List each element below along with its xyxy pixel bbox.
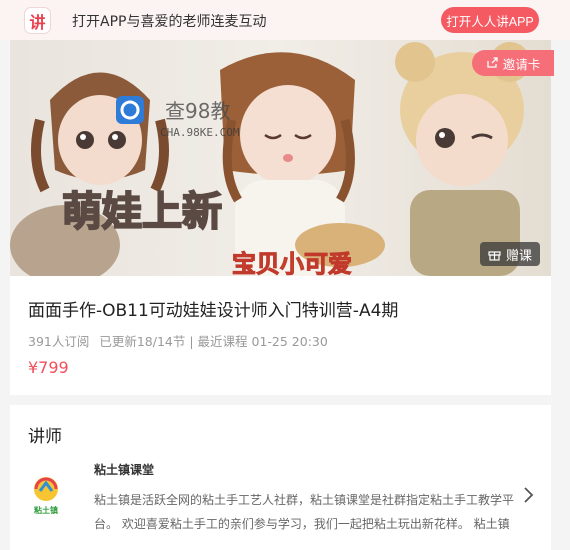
chevron-right-icon[interactable]	[522, 485, 536, 505]
course-cover-image: 萌娃上新 宝贝小可爱 查98教 CHA.98KE.COM	[10, 40, 551, 276]
teacher-section[interactable]: 讲师 粘土镇 粘土镇课堂 粘土镇是活跃全网的粘土手工艺人社群，粘土镇课堂是社群指…	[10, 405, 551, 550]
subscriber-count: 391人订阅	[28, 334, 90, 349]
update-status: 已更新18/14节 | 最近课程 01-25 20:30	[99, 334, 328, 349]
gift-course-label: 赠课	[505, 247, 532, 263]
invite-card-button[interactable]: 邀请卡	[472, 50, 554, 76]
watermark-url: CHA.98KE.COM	[160, 126, 240, 139]
share-icon	[487, 57, 498, 68]
teacher-name[interactable]: 粘土镇课堂	[94, 461, 154, 478]
watermark-logo-icon	[116, 96, 144, 124]
invite-card-label: 邀请卡	[502, 57, 541, 72]
teacher-avatar[interactable]: 粘土镇	[26, 473, 66, 517]
course-meta: 391人订阅 已更新18/14节 | 最近课程 01-25 20:30	[28, 331, 338, 350]
course-title: 面面手作-OB11可动娃娃设计师入门特训营-A4期	[28, 301, 399, 321]
app-download-banner[interactable]: 讲 打开APP与喜爱的老师连麦互动 打开人人讲APP	[0, 0, 570, 40]
course-price: ¥799	[28, 358, 69, 377]
app-logo-icon: 讲	[24, 7, 51, 34]
app-promo-text: 打开APP与喜爱的老师连麦互动	[72, 14, 267, 30]
teacher-heading: 讲师	[28, 427, 62, 447]
avatar-caption: 粘土镇	[33, 505, 58, 515]
gift-course-button[interactable]: 赠课	[480, 242, 540, 266]
cover-subtitle-text: 宝贝小可爱	[232, 250, 352, 276]
cover-title-text: 萌娃上新	[62, 189, 222, 235]
gift-icon	[488, 250, 501, 261]
open-app-button[interactable]: 打开人人讲APP	[441, 7, 539, 33]
teacher-description: 粘土镇是活跃全网的粘土手工艺人社群，粘土镇课堂是社群指定粘土手工教学平台。 欢迎…	[94, 493, 515, 531]
watermark-text: 查98教	[165, 99, 230, 123]
course-card: 萌娃上新 宝贝小可爱 查98教 CHA.98KE.COM 邀请卡 赠课 面面手作…	[10, 40, 554, 395]
